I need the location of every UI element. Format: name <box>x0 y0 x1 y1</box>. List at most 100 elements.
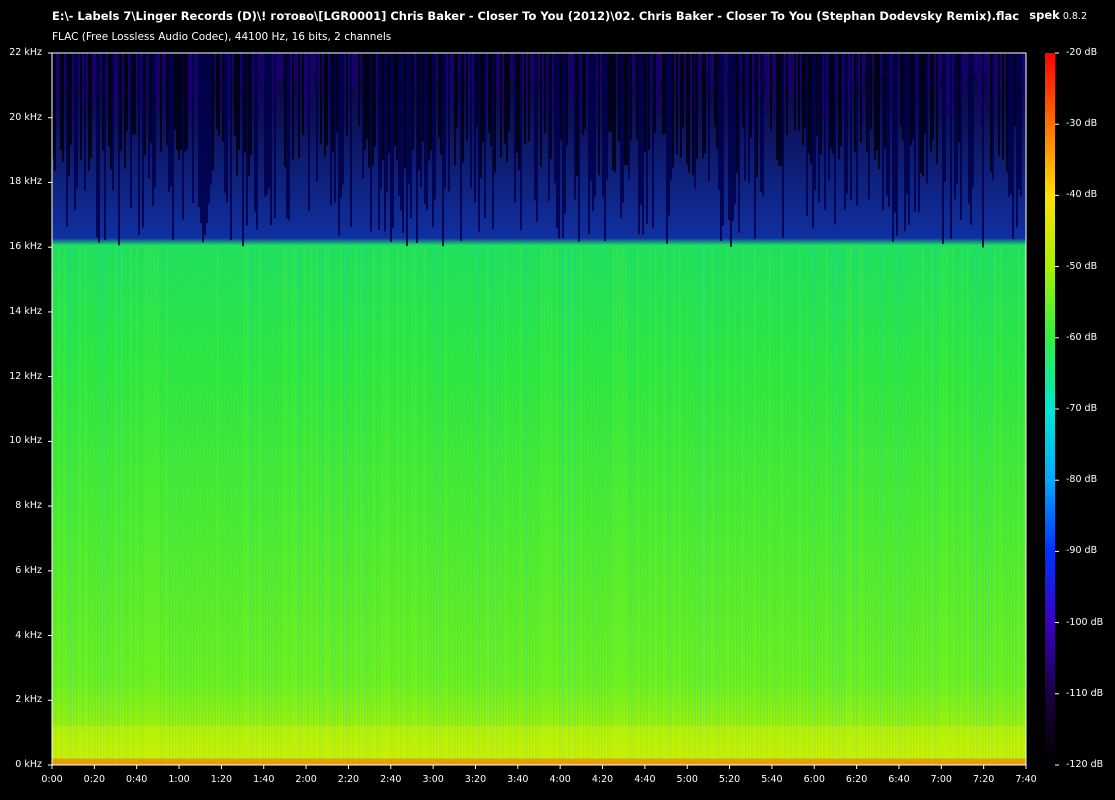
spectrum-streak <box>886 247 888 765</box>
upper-band-column <box>910 53 912 146</box>
upper-band-column <box>324 53 326 157</box>
upper-band-column <box>714 53 716 127</box>
upper-band-column <box>452 53 454 108</box>
upper-band-column <box>908 53 910 225</box>
spectrum-streak <box>505 247 507 765</box>
upper-band-column <box>716 53 718 149</box>
upper-band-column <box>996 53 998 118</box>
spectrum-streak <box>823 247 825 765</box>
spectrum-streak <box>760 247 762 765</box>
upper-band-column <box>842 53 844 113</box>
spectrum-streak <box>454 247 456 765</box>
upper-band-column <box>398 53 400 196</box>
upper-band-column <box>976 53 978 77</box>
upper-band-column <box>228 53 230 120</box>
upper-band-column <box>70 53 72 145</box>
upper-band-column <box>764 53 766 76</box>
upper-band-column <box>464 53 466 80</box>
spectrum-streak <box>739 247 741 765</box>
db-tick-label: -110 dB <box>1066 687 1104 699</box>
spectrum-streak <box>223 247 225 765</box>
upper-band-column <box>466 53 468 141</box>
spectrum-streak <box>388 247 390 765</box>
spectrum-streak <box>916 247 918 765</box>
spectrum-streak <box>595 247 597 765</box>
spectrum-streak <box>436 247 438 765</box>
upper-band-column <box>454 53 456 166</box>
upper-band-column <box>974 53 976 75</box>
spectrum-streak <box>103 247 105 765</box>
spectrum-streak <box>706 247 708 765</box>
upper-band-column <box>660 53 662 82</box>
upper-band-column <box>770 53 772 130</box>
upper-band-column <box>550 53 552 160</box>
upper-band-column <box>576 53 578 176</box>
spectrum-streak <box>157 247 159 765</box>
upper-band-column <box>938 53 940 115</box>
spectrum-streak <box>661 247 663 765</box>
spectrum-streak <box>484 247 486 765</box>
upper-band-column <box>892 53 894 242</box>
time-tick-label: 6:20 <box>845 774 868 785</box>
spectrum-streak <box>514 247 516 765</box>
spectrum-streak <box>97 247 99 765</box>
upper-band-column <box>818 53 820 203</box>
spectrum-streak <box>697 247 699 765</box>
upper-band-column <box>318 53 320 89</box>
upper-band-column <box>392 53 394 228</box>
spectrum-streak <box>637 247 639 765</box>
upper-band-column <box>134 53 136 135</box>
upper-band-column <box>960 53 962 220</box>
spectrum-streak <box>226 247 228 765</box>
upper-band-column <box>326 53 328 146</box>
spectrum-streak <box>757 247 759 765</box>
upper-band-column <box>154 53 156 188</box>
upper-band-column <box>988 53 990 113</box>
upper-band-column <box>84 53 86 191</box>
upper-band-column <box>994 53 996 94</box>
upper-band-column <box>844 53 846 210</box>
time-tick-label: 2:40 <box>380 774 402 785</box>
upper-band-column <box>838 53 840 160</box>
upper-band-column <box>744 53 746 181</box>
frequency-tick-label: 18 kHz <box>9 176 42 188</box>
spectrum-streak <box>814 247 816 765</box>
upper-band-column <box>532 53 534 96</box>
spectrum-streak <box>988 247 990 765</box>
spectrum-streak <box>544 247 546 765</box>
spectrum-streak <box>679 247 681 765</box>
upper-band-column <box>338 53 340 236</box>
spectrum-streak <box>442 247 444 765</box>
upper-band-column <box>932 53 934 140</box>
upper-band-column <box>334 53 336 203</box>
upper-band-column <box>904 53 906 232</box>
upper-band-column <box>510 53 512 78</box>
upper-band-column <box>162 53 164 89</box>
upper-band-column <box>758 53 760 99</box>
upper-band-column <box>898 53 900 113</box>
upper-band-column <box>686 53 688 165</box>
upper-band-column <box>442 53 444 247</box>
upper-band-column <box>518 53 520 170</box>
upper-band-column <box>90 53 92 159</box>
upper-band-column <box>756 53 758 178</box>
upper-band-column <box>718 53 720 191</box>
spectrum-streak <box>583 247 585 765</box>
spectrum-streak <box>625 247 627 765</box>
upper-band-column <box>168 53 170 193</box>
spectrum-streak <box>541 247 543 765</box>
spectrum-streak <box>172 247 174 765</box>
spectrum-streak <box>460 247 462 765</box>
upper-band-column <box>346 53 348 136</box>
upper-band-column <box>772 53 774 83</box>
upper-band-column <box>616 53 618 95</box>
upper-band-column <box>956 53 958 184</box>
upper-band-column <box>1012 53 1014 239</box>
spectrum-streak <box>148 247 150 765</box>
upper-band-column <box>142 53 144 228</box>
upper-band-column <box>186 53 188 150</box>
upper-band-column <box>386 53 388 192</box>
upper-band-column <box>828 53 830 181</box>
frequency-tick-label: 6 kHz <box>15 564 42 576</box>
upper-band-column <box>348 53 350 87</box>
